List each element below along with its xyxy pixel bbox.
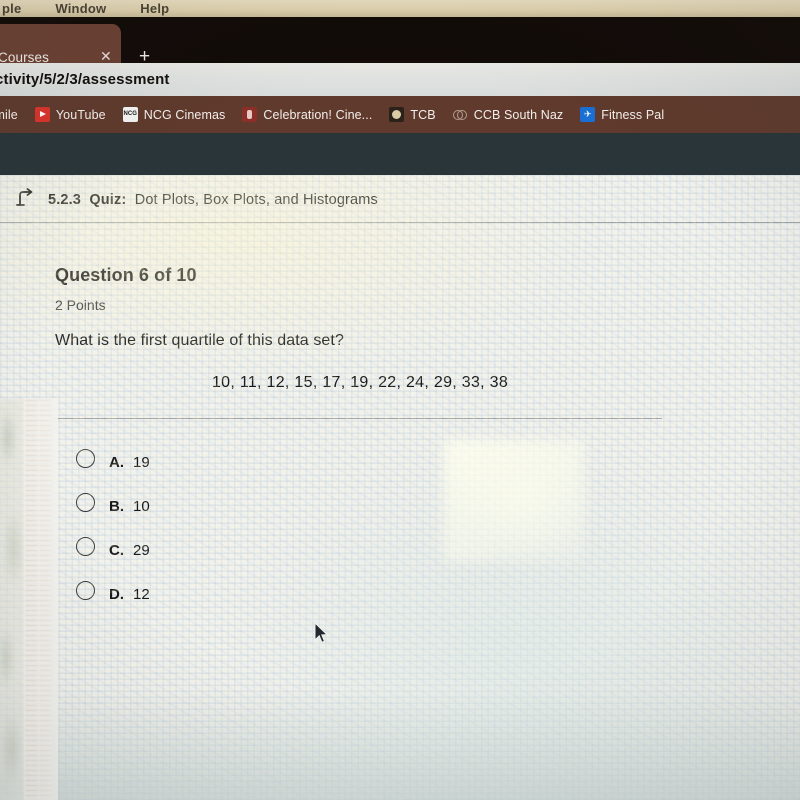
menu-item-help[interactable]: Help	[140, 1, 169, 16]
bookmark-label: CCB South Naz	[473, 107, 564, 122]
radio-button-d[interactable]	[76, 581, 95, 600]
bookmark-youtube[interactable]: YouTube	[34, 107, 106, 122]
option-value: 12	[133, 585, 150, 603]
option-letter: C.	[109, 541, 124, 559]
option-value: 19	[133, 453, 150, 471]
option-letter: B.	[109, 497, 124, 515]
option-value: 10	[133, 497, 150, 515]
question-number: Question 6 of 10	[55, 265, 197, 285]
question-data-set: 10, 11, 12, 15, 17, 19, 22, 24, 29, 33, …	[211, 374, 509, 391]
bookmark-ccb-south-naz[interactable]: CCB South Naz	[452, 107, 564, 122]
bookmark-tcb[interactable]: TCB	[389, 107, 436, 122]
tcb-icon	[389, 107, 405, 122]
fitness-pal-icon	[580, 107, 596, 122]
question-points: 2 Points	[55, 297, 106, 313]
browser-url-bar[interactable]: ctivity/5/2/3/assessment	[0, 63, 800, 96]
bookmark-fitness-pal[interactable]: Fitness Pal	[580, 107, 664, 122]
lesson-number: 5.2.3	[48, 192, 81, 208]
bookmark-label: onSmile	[0, 107, 18, 122]
question-divider	[55, 418, 662, 419]
bookmarks-bar: onSmile YouTube NCG NCG Cinemas Celebrat…	[0, 96, 800, 133]
question-prompt: What is the first quartile of this data …	[55, 332, 344, 349]
os-menu-bar: ple Window Help	[0, 0, 800, 17]
mouse-pointer-icon	[314, 622, 329, 643]
page-title: 5.2.3 Quiz: Dot Plots, Box Plots, and Hi…	[48, 192, 378, 208]
answer-option-d[interactable]: D. 12	[0, 572, 800, 616]
youtube-icon	[34, 107, 50, 122]
celebration-cinema-icon	[242, 107, 258, 122]
bookmark-label: Fitness Pal	[601, 107, 665, 122]
lesson-type-label: Quiz:	[89, 192, 127, 208]
screen-photo: ple Window Help Courses ✕ + ctivity/5/2/…	[0, 0, 800, 800]
option-value: 29	[133, 541, 150, 559]
quiz-page: 5.2.3 Quiz: Dot Plots, Box Plots, and Hi…	[0, 175, 800, 800]
back-arrow-icon[interactable]	[16, 188, 38, 210]
url-text: ctivity/5/2/3/assessment	[0, 71, 170, 88]
ncg-icon: NCG	[122, 107, 138, 122]
option-letter: A.	[109, 453, 124, 471]
bookmark-celebration-cinema[interactable]: Celebration! Cine...	[242, 107, 372, 122]
answer-option-c[interactable]: C. 29	[0, 528, 800, 572]
menu-item-window[interactable]: Window	[55, 1, 106, 16]
radio-button-a[interactable]	[76, 449, 95, 468]
browser-tab-strip: Courses ✕ +	[0, 17, 800, 66]
answer-option-b[interactable]: B. 10	[0, 484, 800, 528]
ccb-icon	[452, 107, 468, 122]
header-divider	[0, 222, 800, 223]
radio-button-c[interactable]	[76, 537, 95, 556]
quiz-page-header: 5.2.3 Quiz: Dot Plots, Box Plots, and Hi…	[0, 175, 800, 223]
bookmark-label: Celebration! Cine...	[263, 107, 373, 122]
radio-button-b[interactable]	[76, 493, 95, 512]
answer-option-a[interactable]: A. 19	[0, 440, 800, 484]
lesson-title: Dot Plots, Box Plots, and Histograms	[134, 192, 378, 208]
viewport-dark-band	[0, 133, 800, 175]
answer-options-list: A. 19 B. 10 C. 29 D. 12	[0, 440, 800, 616]
bookmark-ncg-cinemas[interactable]: NCG NCG Cinemas	[122, 107, 226, 122]
menu-item-apple[interactable]: ple	[2, 1, 21, 16]
close-icon[interactable]: ✕	[100, 49, 112, 63]
option-letter: D.	[109, 585, 124, 603]
bookmark-label: TCB	[410, 107, 436, 122]
bookmark-label: NCG Cinemas	[143, 107, 226, 122]
bookmark-onsmile[interactable]: onSmile	[0, 108, 18, 122]
bookmark-label: YouTube	[55, 107, 106, 122]
